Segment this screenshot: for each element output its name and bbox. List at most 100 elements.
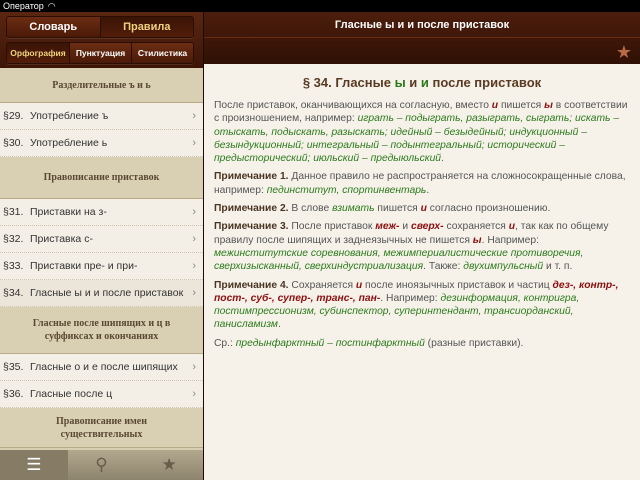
text: согласно произношению.: [426, 203, 551, 215]
rule-body: После приставок, оканчивающихся на согла…: [214, 99, 630, 350]
paragraph: Ср.: предынфарктный – постинфарктный (ра…: [214, 337, 630, 350]
rule-title: § 34. Гласные ы и и после приставок: [214, 75, 630, 90]
chevron-right-icon: ›: [192, 260, 196, 272]
text: . Например:: [380, 292, 441, 304]
search-icon[interactable]: ⚲: [68, 450, 136, 480]
chevron-right-icon: ›: [192, 110, 196, 122]
text: и: [405, 75, 421, 90]
paragraph: Примечание 4. Сохраняется и после иноязы…: [214, 279, 630, 332]
text: . Например:: [481, 234, 539, 246]
note-label: Примечание 3.: [214, 221, 289, 233]
highlight-text: ы: [544, 100, 553, 111]
item-number: §36.: [3, 388, 24, 400]
item-label: Употребление ъ: [30, 110, 109, 122]
item-label: Гласные ы и и после приставок: [30, 287, 184, 299]
list-item[interactable]: §36. Гласные после ц ›: [0, 381, 203, 408]
star-icon[interactable]: ★: [135, 450, 203, 480]
section-label: Разделительные ъ и ь: [52, 79, 151, 91]
section-header: Правописание приставок: [0, 157, 203, 199]
example-text: взимать: [332, 203, 375, 215]
text: .: [277, 319, 281, 331]
section-header: Гласные после шипящих и ц в суффиксах и …: [0, 307, 203, 354]
text: После приставок: [288, 221, 376, 233]
list-item[interactable]: §29. Употребление ъ ›: [0, 103, 203, 130]
text: . Также:: [423, 261, 464, 273]
text: и т. п.: [543, 261, 573, 273]
text: .: [441, 153, 444, 165]
item-number: §29.: [3, 110, 24, 122]
item-number: §30.: [3, 137, 24, 149]
list-item[interactable]: §34. Гласные ы и и после приставок ›: [0, 280, 203, 307]
carrier-label: Оператор: [3, 1, 44, 11]
tab-stylistics[interactable]: Стилистика: [132, 43, 193, 63]
paragraph: Примечание 1. Данное правило не распрост…: [214, 170, 630, 197]
section-label: Гласные после шипящих и ц в суффиксах и …: [32, 318, 171, 342]
item-number: §33.: [3, 260, 24, 272]
text: Ср.:: [214, 337, 236, 349]
section-header: Разделительные ъ и ь: [0, 68, 203, 103]
example-text: пединститут, спортинвентарь: [266, 184, 427, 196]
example-text: ы: [394, 75, 406, 90]
item-label: Приставки пре- и при-: [30, 260, 138, 272]
left-header: Словарь Правила Орфография Пунктуация Ст…: [0, 12, 203, 68]
note-label: Примечание 2.: [214, 203, 289, 215]
item-label: Употребление ь: [30, 137, 108, 149]
tab-dictionary[interactable]: Словарь: [7, 17, 101, 37]
list-item[interactable]: §35. Гласные о и е после шипящих ›: [0, 354, 203, 381]
text: и: [399, 221, 411, 233]
note-label: Примечание 4.: [214, 279, 289, 291]
item-number: §35.: [3, 361, 24, 373]
paragraph: Примечание 3. После приставок меж- и све…: [214, 220, 630, 273]
chevron-right-icon: ›: [192, 233, 196, 245]
example-text: и: [420, 75, 429, 90]
item-number: §32.: [3, 233, 24, 245]
highlight-text: меж-: [375, 221, 400, 233]
paragraph: После приставок, оканчивающихся на согла…: [214, 99, 630, 165]
sub-tabs: Орфография Пунктуация Стилистика: [6, 42, 194, 64]
favorite-star-icon[interactable]: ★: [616, 42, 632, 63]
item-label: Гласные после ц: [30, 388, 113, 400]
list-item[interactable]: §30. Употребление ь ›: [0, 130, 203, 157]
paragraph: Примечание 2. В слове взимать пишется и …: [214, 202, 630, 215]
example-text: предынфарктный – постинфарктный: [235, 337, 425, 349]
chevron-right-icon: ›: [192, 206, 196, 218]
list-icon[interactable]: ☰: [0, 450, 68, 480]
item-number: §31.: [3, 206, 24, 218]
note-label: Примечание 1.: [214, 171, 289, 183]
item-label: Гласные о и е после шипящих: [30, 361, 178, 373]
item-number: §34.: [3, 287, 24, 299]
list-item[interactable]: §32. Приставка с- ›: [0, 226, 203, 253]
text: .: [426, 184, 430, 196]
tab-punctuation[interactable]: Пунктуация: [70, 43, 132, 63]
rules-list: Разделительные ъ и ь §29. Употребление ъ › §…: [0, 68, 203, 450]
item-label: Приставки на з-: [30, 206, 107, 218]
text: пишется: [374, 203, 421, 215]
tab-rules[interactable]: Правила: [100, 17, 193, 37]
tab-orthography[interactable]: Орфография: [7, 43, 70, 63]
chevron-right-icon: ›: [192, 361, 196, 373]
section-label: Правописание имен существительных: [56, 415, 147, 440]
text: после иноязычных приставок и частиц: [362, 279, 553, 291]
page-title: Гласные ы и и после приставок: [204, 12, 640, 38]
chevron-right-icon: ›: [192, 287, 196, 299]
text: после приставок: [428, 75, 542, 90]
list-item[interactable]: §33. Приставки пре- и при- ›: [0, 253, 203, 280]
text: § 34. Гласные: [302, 75, 395, 90]
example-text: двухимпульсный: [463, 261, 544, 273]
text: (разные приставки).: [424, 337, 524, 349]
section-header: Правописание имен существительных: [0, 408, 203, 448]
text: сохраняется: [443, 221, 509, 233]
text: В слове: [288, 203, 333, 215]
text: После приставок, оканчивающихся на согла…: [214, 100, 492, 111]
status-bar: Оператор ◠: [0, 0, 640, 12]
rule-content: § 34. Гласные ы и и после приставок Посл…: [204, 64, 640, 480]
chevron-right-icon: ›: [192, 137, 196, 149]
main-tabs: Словарь Правила: [6, 16, 194, 38]
section-label: Правописание приставок: [43, 172, 160, 183]
text: Сохраняется: [288, 279, 356, 291]
highlight-text: сверх-: [410, 221, 444, 233]
highlight-text: ы: [472, 234, 482, 246]
item-label: Приставка с-: [30, 233, 93, 245]
right-header: Гласные ы и и после приставок ★: [204, 12, 640, 64]
list-item[interactable]: §31. Приставки на з- ›: [0, 199, 203, 226]
